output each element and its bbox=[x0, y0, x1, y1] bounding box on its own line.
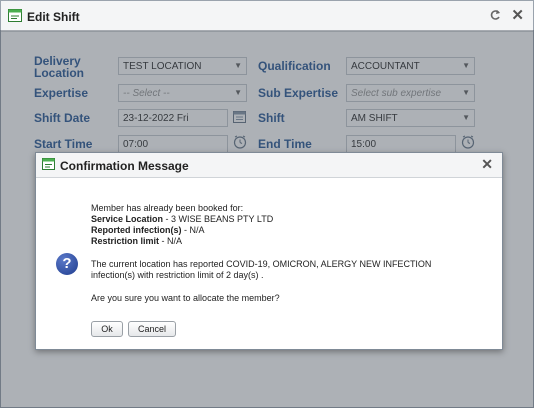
reported-infections-line: Reported infection(s) - N/A bbox=[91, 225, 205, 236]
dialog-title: Confirmation Message bbox=[60, 159, 189, 173]
reported-infections-label: Reported infection(s) bbox=[91, 225, 182, 235]
question-icon: ? bbox=[56, 253, 78, 275]
service-location-line: Service Location - 3 WISE BEANS PTY LTD bbox=[91, 214, 273, 225]
close-icon[interactable]: ✕ bbox=[481, 156, 493, 173]
dialog-titlebar: Confirmation Message ✕ bbox=[36, 153, 502, 178]
confirm-question: Are you sure you want to allocate the me… bbox=[91, 293, 280, 303]
confirmation-dialog: Confirmation Message ✕ ? Member has alre… bbox=[35, 152, 503, 350]
window-title: Edit Shift bbox=[27, 10, 80, 24]
booked-intro: Member has already been booked for: bbox=[91, 203, 244, 213]
app-window-icon bbox=[42, 158, 55, 170]
cancel-button[interactable]: Cancel bbox=[128, 321, 176, 337]
service-location-value: - 3 WISE BEANS PTY LTD bbox=[163, 214, 274, 224]
warning-line-2: infection(s) with restriction limit of 2… bbox=[91, 270, 264, 280]
reported-infections-value: - N/A bbox=[181, 225, 205, 235]
close-icon[interactable]: ✕ bbox=[511, 6, 524, 24]
restriction-limit-line: Restriction limit - N/A bbox=[91, 236, 182, 247]
window-titlebar: Edit Shift ✕ bbox=[1, 1, 533, 32]
warning-line-1: The current location has reported COVID-… bbox=[91, 259, 432, 269]
ok-button[interactable]: Ok bbox=[91, 321, 123, 337]
service-location-label: Service Location bbox=[91, 214, 164, 224]
restriction-limit-value: - N/A bbox=[159, 236, 183, 246]
restriction-limit-label: Restriction limit bbox=[91, 236, 160, 246]
refresh-icon[interactable] bbox=[489, 9, 501, 21]
app-window-icon bbox=[8, 9, 22, 22]
